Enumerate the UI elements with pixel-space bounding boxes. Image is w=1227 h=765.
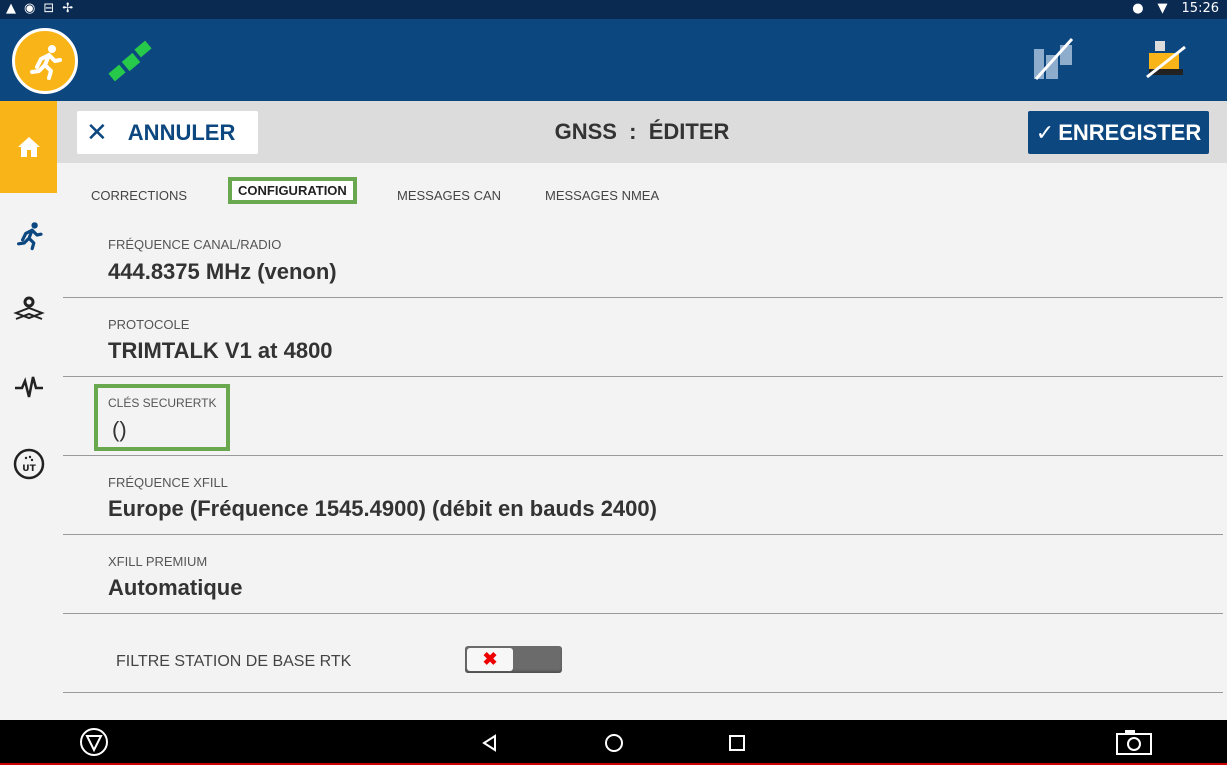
tab-configuration[interactable]: CONFIGURATION: [228, 177, 357, 204]
field-label: PROTOCOLE: [108, 317, 190, 332]
system-nav-bar: [0, 720, 1227, 765]
tab-messages-can[interactable]: MESSAGES CAN: [397, 188, 501, 203]
ut-icon[interactable]: UT: [0, 434, 57, 494]
field-frequence-xfill[interactable]: FRÉQUENCE XFILL Europe (Fréquence 1545.4…: [63, 456, 1223, 535]
runner-sidebar-icon[interactable]: [0, 205, 57, 265]
app-bar: [0, 19, 1227, 101]
sidebar: UT: [0, 101, 57, 720]
field-value: Automatique: [108, 575, 243, 600]
tab-bar: CORRECTIONS CONFIGURATION MESSAGES CAN M…: [57, 163, 1227, 215]
field-label: FRÉQUENCE XFILL: [108, 475, 228, 490]
location-icon: ●: [1132, 1, 1144, 16]
warning-icon: ▲: [6, 1, 16, 16]
home-circle-icon[interactable]: [603, 732, 625, 759]
edit-toolbar: ✕ ANNULER GNSS : ÉDITER ✓ ENREGISTER: [57, 101, 1227, 163]
off-x-icon: ✖: [467, 648, 513, 671]
field-label: XFILL PREMIUM: [108, 554, 208, 569]
toggle-label: FILTRE STATION DE BASE RTK: [116, 653, 352, 670]
field-cles-securertk[interactable]: CLÉS SECURERTK (): [63, 377, 1223, 456]
check-icon: ✓: [1035, 119, 1055, 145]
trimble-logo-icon[interactable]: [79, 727, 109, 762]
field-protocole[interactable]: PROTOCOLE TRIMTALK V1 at 4800: [63, 298, 1223, 377]
field-xfill-premium[interactable]: XFILL PREMIUM Automatique: [63, 535, 1223, 614]
back-icon[interactable]: [480, 733, 500, 758]
save-button[interactable]: ✓ ENREGISTER: [1028, 111, 1209, 154]
wifi-icon: ▼: [1157, 1, 1168, 16]
status-bar: ▲ ◉ ⊟ ✢ ● ▼ 15:26: [0, 0, 1227, 19]
remote-icon: ⊟: [43, 1, 55, 16]
tab-corrections[interactable]: CORRECTIONS: [91, 188, 187, 203]
save-label: ENREGISTER: [1058, 119, 1202, 145]
field-value: (): [112, 417, 127, 442]
field-value: Europe (Fréquence 1545.4900) (débit en b…: [108, 496, 657, 521]
recents-icon[interactable]: [727, 733, 747, 758]
field-flag-icon[interactable]: [1028, 35, 1078, 85]
pulse-icon[interactable]: [0, 357, 57, 417]
field-label: FRÉQUENCE CANAL/RADIO: [108, 237, 282, 252]
filtre-rtk-toggle[interactable]: ✖: [465, 646, 562, 673]
tab-messages-nmea[interactable]: MESSAGES NMEA: [545, 188, 659, 203]
field-value: 444.8375 MHz (venon): [108, 259, 337, 284]
share-icon: ✢: [62, 1, 74, 16]
toggle-row-filtre-rtk: FILTRE STATION DE BASE RTK: [63, 614, 1223, 693]
main-panel: ✕ ANNULER GNSS : ÉDITER ✓ ENREGISTER COR…: [57, 101, 1227, 720]
svg-text:UT: UT: [22, 464, 36, 474]
vehicle-icon[interactable]: [1141, 35, 1191, 85]
home-icon[interactable]: [0, 101, 57, 193]
field-value: TRIMTALK V1 at 4800: [108, 338, 333, 363]
camera-icon[interactable]: [1115, 728, 1153, 761]
eye-icon: ◉: [24, 1, 36, 16]
field-label: CLÉS SECURERTK: [108, 396, 217, 410]
satellite-icon[interactable]: [106, 38, 156, 88]
settings-layer-icon[interactable]: [0, 279, 57, 339]
runner-icon[interactable]: [12, 28, 78, 94]
field-frequence-canal[interactable]: FRÉQUENCE CANAL/RADIO 444.8375 MHz (veno…: [63, 218, 1223, 298]
status-time: 15:26: [1181, 1, 1219, 16]
